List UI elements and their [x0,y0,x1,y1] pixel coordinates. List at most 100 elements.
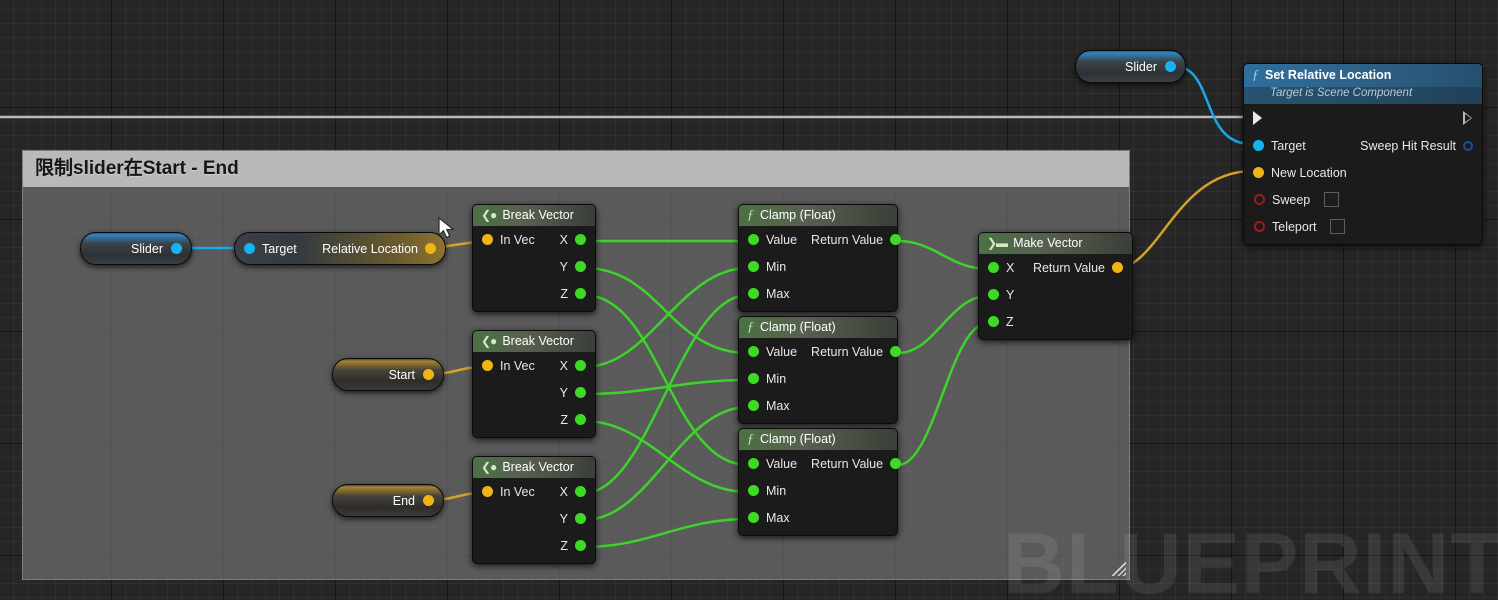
output-pin-relative-location[interactable] [425,243,436,254]
input-pin-target[interactable] [244,243,255,254]
node-clamp-float-2[interactable]: ƒ Clamp (Float) Value Return Value Min M… [738,316,902,424]
input-pin-teleport[interactable] [1254,221,1265,232]
pin-row-min[interactable]: Min [739,253,897,280]
pin-row-z[interactable]: Z [473,280,595,307]
input-pin-new-location[interactable] [1253,167,1264,178]
output-pin-return-value[interactable] [1112,262,1123,273]
output-pin-z[interactable] [575,540,586,551]
output-pin-z[interactable] [575,414,586,425]
output-pin-y[interactable] [575,513,586,524]
input-pin-value[interactable] [748,234,759,245]
pin-row-in-vec[interactable]: In Vec X [473,226,595,253]
variable-node-slider-top[interactable]: Slider [1075,50,1186,83]
node-body: In Vec X Y Z [473,226,595,307]
node-make-vector[interactable]: ❯▬ Make Vector X Return Value Y Z [978,232,1133,340]
pin-row-y[interactable]: Y [473,379,595,406]
pin-row-y[interactable]: Y [473,505,595,532]
pin-row-target[interactable]: Target Sweep Hit Result [1244,132,1482,159]
variable-node-slider-left[interactable]: Slider [80,232,192,265]
pin-label: Min [766,259,787,274]
input-pin-in-vec[interactable] [482,486,493,497]
pin-row-min[interactable]: Min [739,477,897,504]
output-pin-end[interactable] [423,495,434,506]
pin-row-new-location[interactable]: New Location [1244,159,1482,186]
input-pin-in-vec[interactable] [482,234,493,245]
node-break-vector-2[interactable]: ❮● Break Vector In Vec X Y Z [472,330,596,438]
input-pin-max[interactable] [748,512,759,523]
node-break-vector-1[interactable]: ❮● Break Vector In Vec X Y Z [472,204,596,312]
output-pin-start[interactable] [423,369,434,380]
input-pin-value[interactable] [748,458,759,469]
output-pin-x[interactable] [575,486,586,497]
pin-row-z[interactable]: Z [473,406,595,433]
node-title: Make Vector [1013,236,1083,250]
pin-row-z[interactable]: Z [473,532,595,559]
pin-label: Min [766,483,787,498]
output-pin-z[interactable] [575,288,586,299]
pin-label: Y [1006,287,1015,302]
pin-row-value[interactable]: Value Return Value [739,338,902,365]
node-break-vector-3[interactable]: ❮● Break Vector In Vec X Y Z [472,456,596,564]
pin-row-in-vec[interactable]: In Vec X [473,478,595,505]
node-body: Target Sweep Hit Result New Location Swe… [1244,104,1482,240]
input-pin-z[interactable] [988,316,999,327]
output-pin-exec[interactable] [1463,111,1473,125]
output-pin-slider[interactable] [1165,61,1176,72]
node-get-relative-location[interactable]: Target Relative Location [234,232,446,265]
pin-row-y[interactable]: Y [473,253,595,280]
input-pin-max[interactable] [748,288,759,299]
pin-row-sweep[interactable]: Sweep [1244,186,1482,213]
variable-node-start[interactable]: Start [332,358,444,391]
pin-row-in-vec[interactable]: In Vec X [473,352,595,379]
output-pin-slider[interactable] [171,243,182,254]
output-pin-y[interactable] [575,387,586,398]
pin-row-value[interactable]: Value Return Value [739,226,902,253]
pin-label: Return Value [811,456,884,471]
input-pin-min[interactable] [748,485,759,496]
pin-row-y[interactable]: Y [979,281,1132,308]
node-clamp-float-3[interactable]: ƒ Clamp (Float) Value Return Value Min M… [738,428,902,536]
input-pin-sweep[interactable] [1254,194,1265,205]
pin-label: Return Value [1032,260,1105,275]
pin-row-max[interactable]: Max [739,504,897,531]
pin-row-exec[interactable] [1244,104,1482,132]
node-clamp-float-1[interactable]: ƒ Clamp (Float) Value Return Value Min M… [738,204,902,312]
output-pin-x[interactable] [575,360,586,371]
input-pin-x[interactable] [988,262,999,273]
pin-label: Z [560,286,568,301]
pin-row-teleport[interactable]: Teleport [1244,213,1482,240]
node-subtitle: Target is Scene Component [1244,87,1482,104]
output-pin-x[interactable] [575,234,586,245]
node-title: Break Vector [502,208,574,222]
pin-row-max[interactable]: Max [739,280,897,307]
sweep-checkbox[interactable] [1324,192,1340,207]
output-pin-sweep-hit-result[interactable] [1463,140,1473,151]
input-pin-target[interactable] [1253,140,1264,151]
blueprint-graph-canvas[interactable]: 限制slider在Start - End Slider Slider Targe… [0,0,1498,600]
pin-row-min[interactable]: Min [739,365,897,392]
pin-row-x[interactable]: X Return Value [979,254,1132,281]
pin-label: Target [1271,138,1306,153]
variable-node-end[interactable]: End [332,484,444,517]
input-pin-value[interactable] [748,346,759,357]
node-body: In Vec X Y Z [473,478,595,559]
node-set-relative-location[interactable]: ƒ Set Relative Location Target is Scene … [1243,63,1483,245]
function-icon: ƒ [747,208,754,223]
input-pin-exec[interactable] [1253,111,1262,125]
pin-label: Z [560,412,568,427]
input-pin-y[interactable] [988,289,999,300]
input-pin-min[interactable] [748,373,759,384]
pin-row-max[interactable]: Max [739,392,897,419]
input-pin-max[interactable] [748,400,759,411]
pin-label: Value [766,344,798,359]
output-pin-y[interactable] [575,261,586,272]
input-pin-in-vec[interactable] [482,360,493,371]
pin-row-z[interactable]: Z [979,308,1132,335]
pin-row-value[interactable]: Value Return Value [739,450,902,477]
node-title: Break Vector [502,460,574,474]
pin-label: X [559,358,568,373]
function-icon: ƒ [747,432,754,447]
pin-label: Max [766,286,790,301]
input-pin-min[interactable] [748,261,759,272]
teleport-checkbox[interactable] [1330,219,1346,234]
